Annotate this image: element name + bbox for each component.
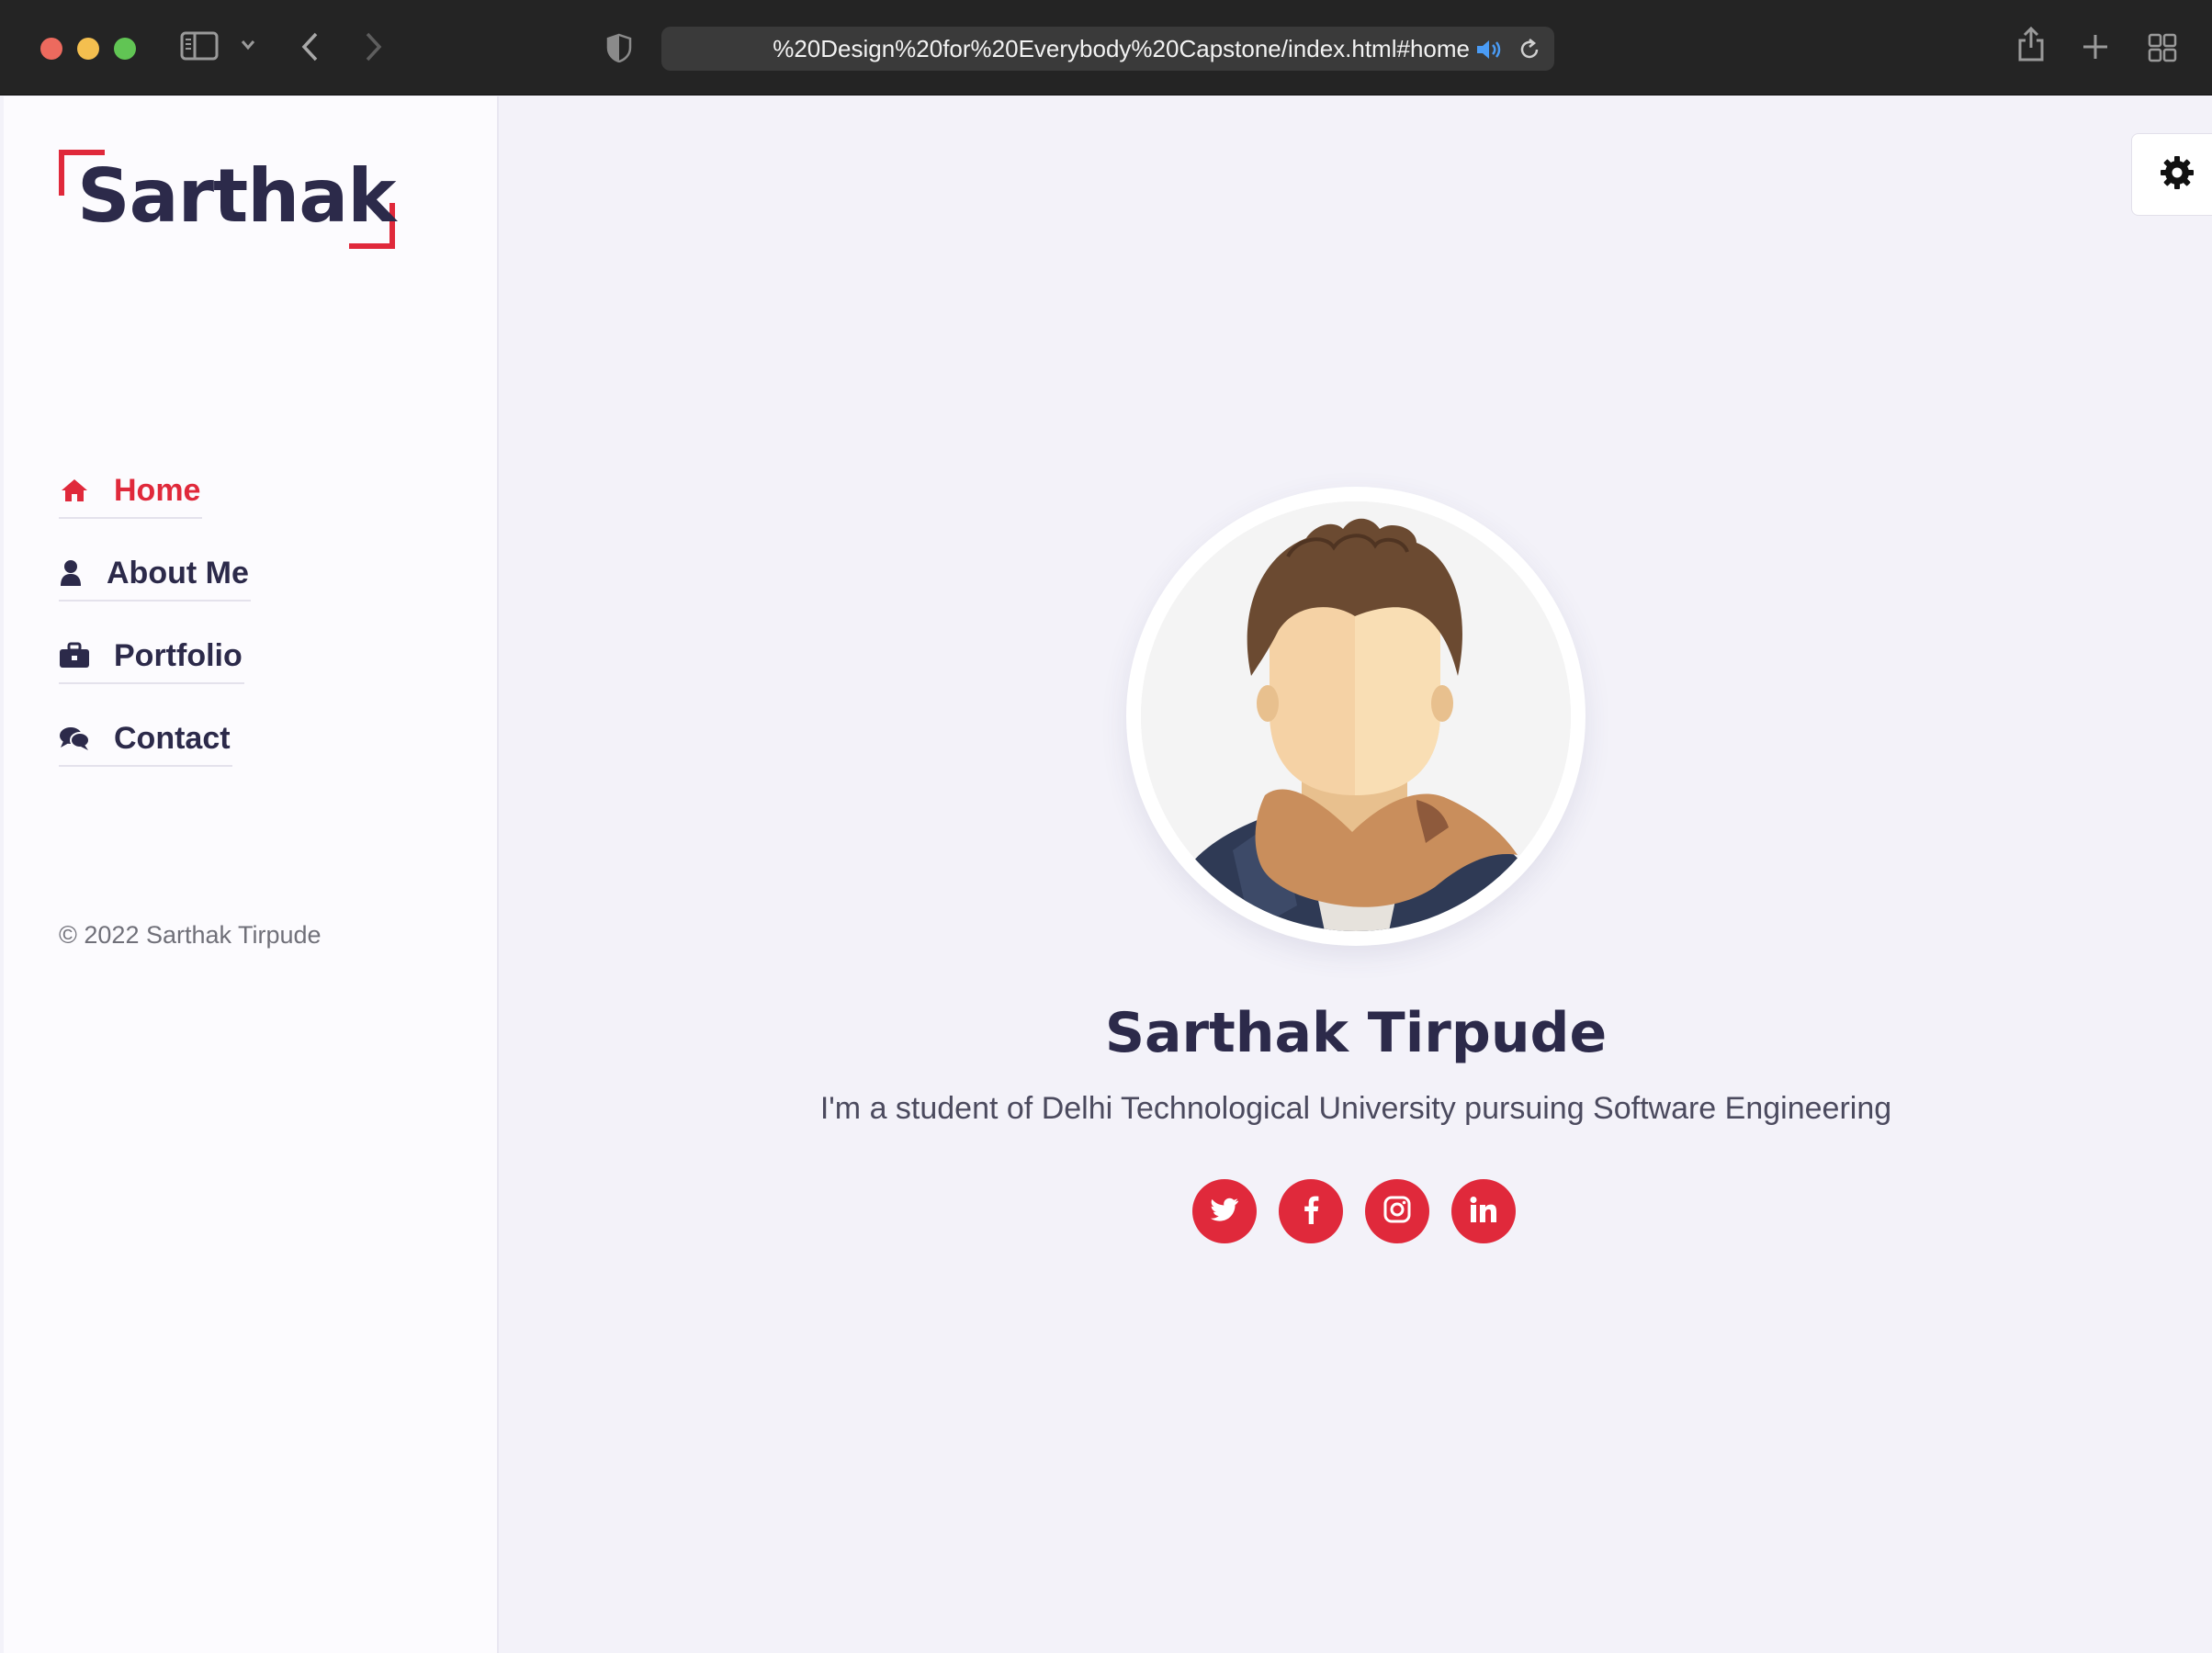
nav-item-about-me[interactable]: About Me [59,546,251,602]
nav-item-label: Portfolio [114,637,243,673]
plus-icon[interactable] [2082,33,2109,65]
twitter-icon [1211,1198,1239,1226]
address-bar[interactable]: %20Design%20for%20Everybody%20Capstone/i… [661,27,1554,71]
nav-item-contact[interactable]: Contact [59,712,232,767]
shield-icon[interactable] [606,33,632,67]
nav-item-home[interactable]: Home [59,464,203,519]
tab-grid-icon[interactable] [2148,33,2177,67]
nav-item-portfolio[interactable]: Portfolio [59,629,244,684]
sidebar-toggle-icon[interactable] [180,31,219,65]
facebook-link[interactable] [1279,1179,1343,1243]
address-bar-url: %20Design%20for%20Everybody%20Capstone/i… [773,35,1470,62]
twitter-link[interactable] [1192,1179,1257,1243]
reload-icon[interactable] [1518,38,1541,66]
instagram-icon [1383,1196,1411,1228]
instagram-link[interactable] [1365,1179,1429,1243]
chat-icon [59,723,90,754]
minimize-window-button[interactable] [77,38,99,60]
social-links [1192,1179,1519,1245]
linkedin-icon [1470,1196,1497,1227]
settings-toggle[interactable] [2131,133,2212,216]
copyright: © 2022 Sarthak Tirpude [59,921,322,949]
chevron-down-icon[interactable] [241,39,255,55]
gear-icon [2159,154,2195,196]
nav-item-label: Contact [114,720,231,756]
home-icon [59,475,90,506]
zoom-window-button[interactable] [114,38,136,60]
facebook-icon [1303,1195,1319,1229]
nav-item-label: About Me [107,555,249,590]
nav-item-label: Home [114,472,201,508]
profile-name: Sarthak Tirpude [1104,1001,1608,1065]
briefcase-icon [59,640,90,671]
forward-icon[interactable] [364,31,384,67]
share-icon[interactable] [2017,26,2045,67]
back-icon[interactable] [299,31,320,67]
browser-toolbar: %20Design%20for%20Everybody%20Capstone/i… [0,0,2212,96]
close-window-button[interactable] [40,38,62,60]
profile-bio: I'm a student of Delhi Technological Uni… [819,1091,1892,1126]
logo-text: Sarthak [77,153,396,239]
sidebar: Sarthak Home About Me Portfolio Contact [4,96,499,1653]
site-logo[interactable]: Sarthak [59,150,396,249]
speaker-icon[interactable] [1475,38,1503,66]
avatar-illustration [1141,501,1571,931]
user-icon [59,557,83,589]
profile-avatar [1126,487,1586,946]
linkedin-link[interactable] [1451,1179,1516,1243]
